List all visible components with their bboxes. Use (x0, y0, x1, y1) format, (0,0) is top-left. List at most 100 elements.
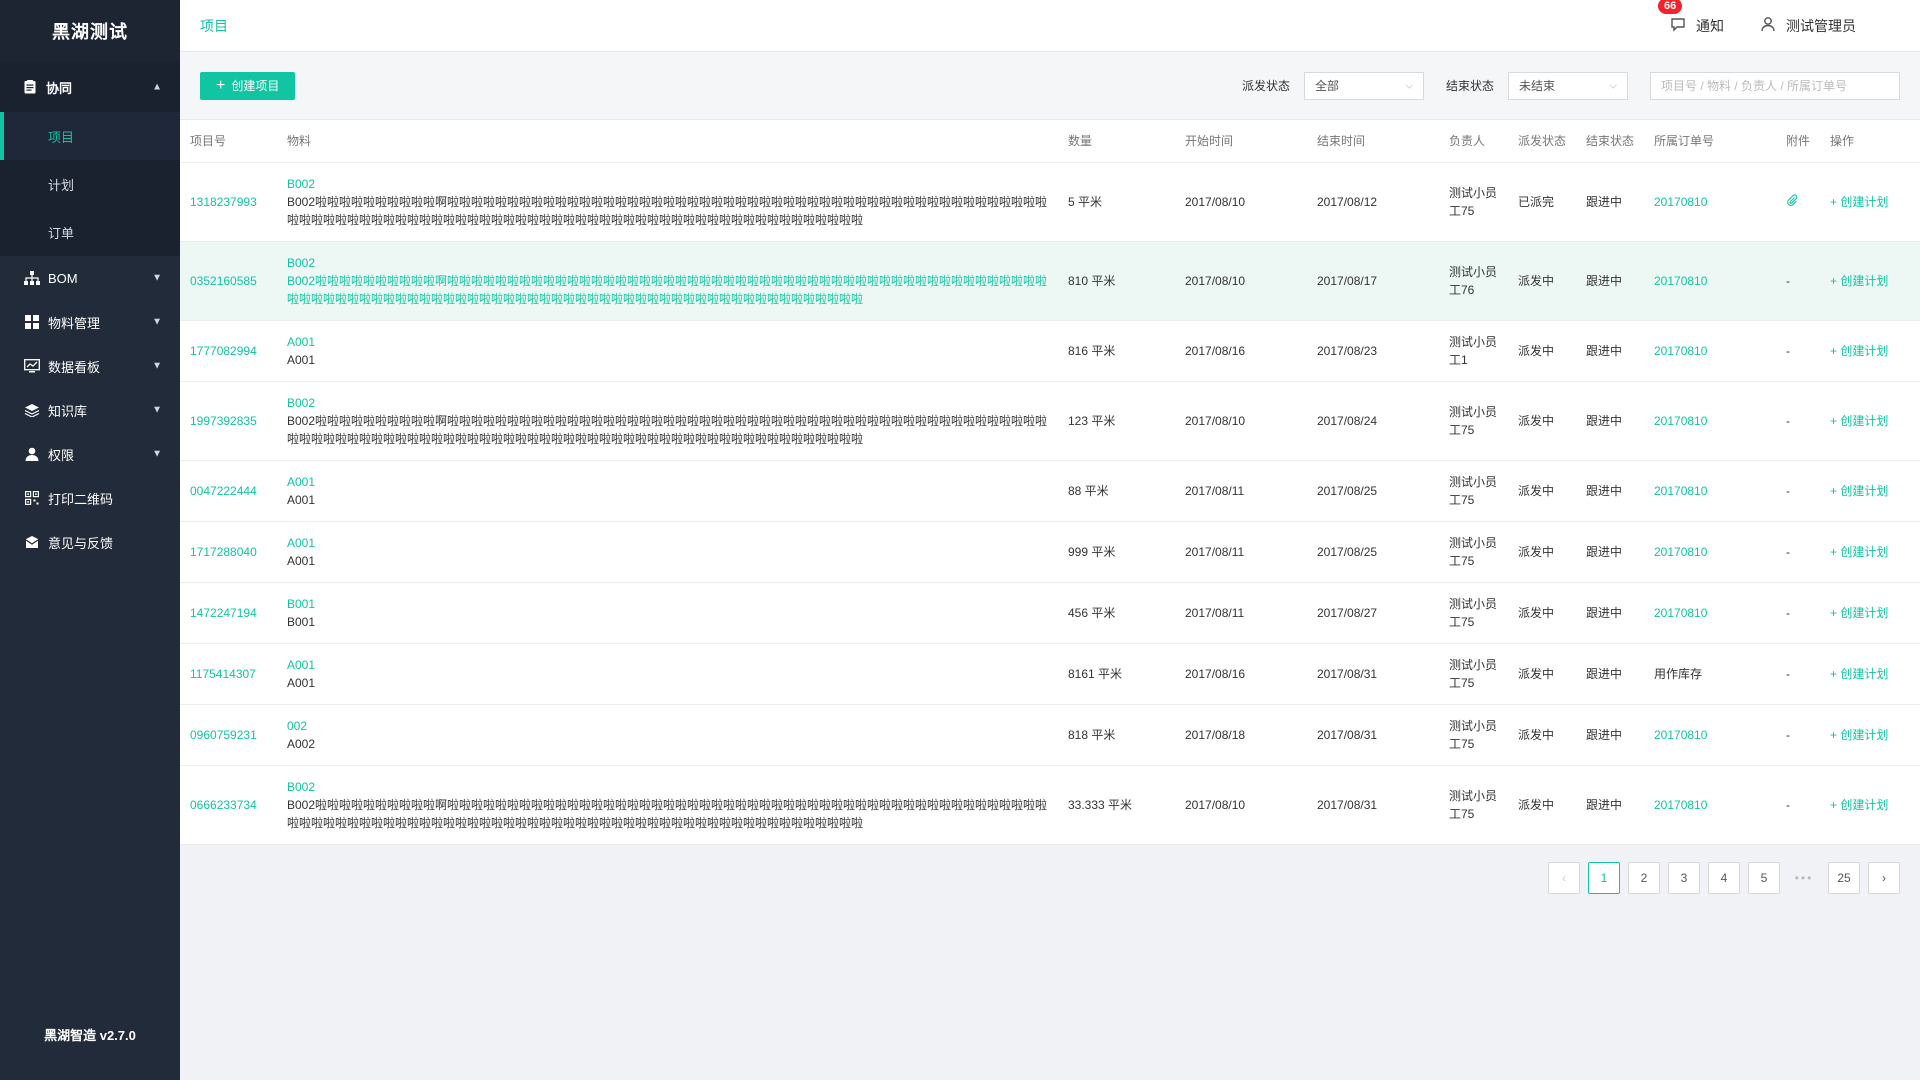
project-id-link[interactable]: 0352160585 (180, 241, 277, 321)
toolbar: + 创建项目 派发状态 全部 ⌵ 结束状态 未结束 ⌵ (180, 52, 1920, 120)
create-plan-link[interactable]: + 创建计划 (1820, 765, 1920, 845)
table-row[interactable]: 1717288040 A001 A001 999 平米 2017/08/11 2017/0… (180, 521, 1920, 583)
sidebar-item-6[interactable]: 意见与反馈 (0, 520, 180, 564)
sidebar-item-3[interactable]: 知识库 ▼ (0, 388, 180, 432)
table-row[interactable]: 1318237993 B002 B002啦啦啦啦啦啦啦啦啦啦啊啦啦啦啦啦啦啦啦啦啦啦… (180, 162, 1920, 242)
material-code-link[interactable]: B001 (287, 595, 1048, 613)
table-row[interactable]: 1777082994 A001 A001 816 平米 2017/08/16 2017/0… (180, 320, 1920, 382)
owner-cell: 测试小员工75 (1439, 460, 1508, 522)
material-code-link[interactable]: B002 (287, 254, 1048, 272)
search-input[interactable] (1650, 71, 1900, 100)
sidebar-item-project[interactable]: 项目 (0, 112, 180, 160)
material-code-link[interactable]: 002 (287, 717, 1048, 735)
create-plan-link[interactable]: + 创建计划 (1820, 521, 1920, 583)
order-no-cell[interactable]: 20170810 (1644, 320, 1776, 382)
material-code-link[interactable]: A001 (287, 473, 1048, 491)
material-code-link[interactable]: B002 (287, 394, 1048, 412)
create-plan-link[interactable]: + 创建计划 (1820, 320, 1920, 382)
project-id-link[interactable]: 1175414307 (180, 643, 277, 705)
create-plan-link[interactable]: + 创建计划 (1820, 643, 1920, 705)
material-code-link[interactable]: A001 (287, 656, 1048, 674)
material-code-link[interactable]: A001 (287, 333, 1048, 351)
sidebar-item-0[interactable]: BOM ▼ (0, 256, 180, 300)
project-id-link[interactable]: 1318237993 (180, 162, 277, 242)
sitemap-icon (24, 270, 40, 286)
create-plan-link[interactable]: + 创建计划 (1820, 704, 1920, 766)
attachment-empty: - (1786, 273, 1790, 288)
order-no-cell[interactable]: 20170810 (1644, 521, 1776, 583)
start-time-cell: 2017/08/16 (1175, 320, 1307, 382)
dispatch-status-cell: 派发中 (1508, 381, 1576, 461)
page-button-5[interactable]: 5 (1748, 862, 1780, 894)
owner-cell: 测试小员工76 (1439, 241, 1508, 321)
col-quantity: 数量 (1058, 120, 1175, 163)
project-id-link[interactable]: 0666233734 (180, 765, 277, 845)
notification-label: 通知 (1696, 17, 1724, 34)
order-no-cell[interactable]: 20170810 (1644, 460, 1776, 522)
order-no-cell[interactable]: 20170810 (1644, 241, 1776, 321)
end-time-cell: 2017/08/24 (1307, 381, 1439, 461)
material-code-link[interactable]: B002 (287, 778, 1048, 796)
create-plan-label: 创建计划 (1840, 797, 1889, 812)
table-row[interactable]: 0352160585 B002 B002啦啦啦啦啦啦啦啦啦啦啊啦啦啦啦啦啦啦啦啦啦啦… (180, 241, 1920, 321)
sidebar-item-2[interactable]: 数据看板 ▼ (0, 344, 180, 388)
owner-cell: 测试小员工75 (1439, 521, 1508, 583)
end-status-cell: 跟进中 (1576, 643, 1644, 705)
create-plan-link[interactable]: + 创建计划 (1820, 241, 1920, 321)
dispatch-status-select[interactable]: 全部 ⌵ (1303, 71, 1424, 100)
order-no-cell[interactable]: 20170810 (1644, 162, 1776, 242)
page-button-1[interactable]: 1 (1588, 862, 1620, 894)
sidebar-item-plan[interactable]: 计划 (0, 160, 180, 208)
mail-icon (24, 534, 40, 550)
table-row[interactable]: 0960759231 002 A002 818 平米 2017/08/18 2017/08… (180, 704, 1920, 766)
create-plan-link[interactable]: + 创建计划 (1820, 162, 1920, 242)
dispatch-status-cell: 派发中 (1508, 643, 1576, 705)
page-button-3[interactable]: 3 (1668, 862, 1700, 894)
page-button-25[interactable]: 25 (1828, 862, 1860, 894)
table-row[interactable]: 0666233734 B002 B002啦啦啦啦啦啦啦啦啦啦啊啦啦啦啦啦啦啦啦啦啦啦… (180, 765, 1920, 845)
attachment-cell: - (1776, 521, 1820, 583)
order-no-cell[interactable]: 20170810 (1644, 582, 1776, 644)
page-button-4[interactable]: 4 (1708, 862, 1740, 894)
create-plan-link[interactable]: + 创建计划 (1820, 381, 1920, 461)
paperclip-icon[interactable] (1786, 193, 1798, 209)
next-page-icon[interactable]: › (1868, 862, 1900, 894)
notification-button[interactable]: 66 通知 (1656, 0, 1724, 36)
project-id-link[interactable]: 1717288040 (180, 521, 277, 583)
table-row[interactable]: 1472247194 B001 B001 456 平米 2017/08/11 2017/0… (180, 582, 1920, 644)
project-id-link[interactable]: 1997392835 (180, 381, 277, 461)
quantity-cell: 816 平米 (1058, 320, 1175, 382)
material-code-link[interactable]: B002 (287, 175, 1048, 193)
plus-icon: + (1830, 343, 1841, 358)
order-no-cell[interactable]: 20170810 (1644, 381, 1776, 461)
col-material: 物料 (277, 120, 1058, 163)
sidebar-item-1[interactable]: 物料管理 ▼ (0, 300, 180, 344)
sidebar-item-4[interactable]: 权限 ▼ (0, 432, 180, 476)
project-id-link[interactable]: 0960759231 (180, 704, 277, 766)
table-row[interactable]: 1175414307 A001 A001 8161 平米 2017/08/16 2017/… (180, 643, 1920, 705)
sidebar-item-order[interactable]: 订单 (0, 208, 180, 256)
sidebar-group-collab[interactable]: 协同 ▲ (0, 62, 180, 112)
table-row[interactable]: 1997392835 B002 B002啦啦啦啦啦啦啦啦啦啦啊啦啦啦啦啦啦啦啦啦啦啦… (180, 381, 1920, 461)
attachment-empty: - (1786, 343, 1790, 358)
project-id-link[interactable]: 0047222444 (180, 460, 277, 522)
end-status-cell: 跟进中 (1576, 381, 1644, 461)
project-id-link[interactable]: 1472247194 (180, 582, 277, 644)
material-code-link[interactable]: A001 (287, 534, 1048, 552)
end-status-select[interactable]: 未结束 ⌵ (1508, 71, 1628, 100)
sidebar-item-5[interactable]: 打印二维码 (0, 476, 180, 520)
table-row[interactable]: 0047222444 A001 A001 88 平米 2017/08/11 2017/08… (180, 460, 1920, 522)
create-plan-link[interactable]: + 创建计划 (1820, 460, 1920, 522)
project-id-link[interactable]: 1777082994 (180, 320, 277, 382)
prev-page-icon[interactable]: ‹ (1548, 862, 1580, 894)
create-project-button[interactable]: + 创建项目 (200, 71, 296, 100)
page-button-2[interactable]: 2 (1628, 862, 1660, 894)
order-no-cell[interactable]: 20170810 (1644, 704, 1776, 766)
project-table: 项目号 物料 数量 开始时间 结束时间 负责人 派发状态 结束状态 所属订单号 … (180, 120, 1920, 845)
order-no-cell[interactable]: 20170810 (1644, 765, 1776, 845)
plus-icon: + (1830, 544, 1841, 559)
create-plan-link[interactable]: + 创建计划 (1820, 582, 1920, 644)
pagination-ellipsis[interactable]: ••• (1788, 862, 1820, 894)
quantity-cell: 8161 平米 (1058, 643, 1175, 705)
user-menu[interactable]: 测试管理员 (1760, 16, 1856, 36)
